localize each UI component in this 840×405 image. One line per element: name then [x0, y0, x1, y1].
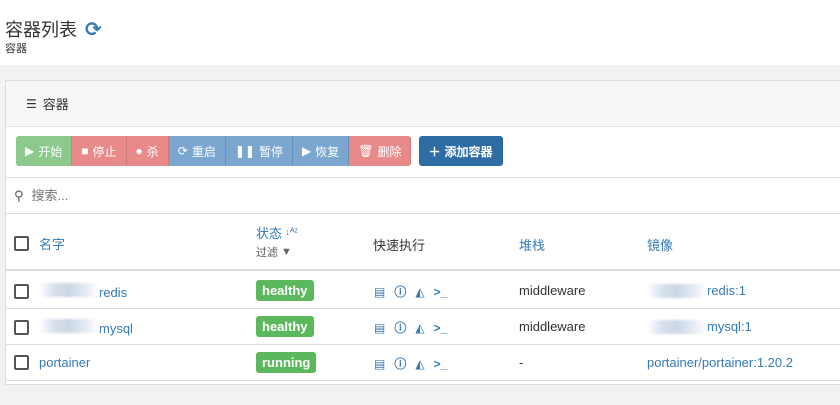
- widget-header: ☰ 容器: [6, 81, 840, 127]
- redacted: [39, 283, 99, 297]
- column-image[interactable]: 镜像: [647, 235, 673, 254]
- search-input[interactable]: [31, 188, 432, 203]
- console-icon[interactable]: >_: [434, 321, 448, 335]
- table-row: redis healthy ▤ ⓘ ◭ >_ middleware redis:1: [6, 273, 840, 309]
- image-link[interactable]: redis:1: [647, 283, 746, 298]
- logs-icon[interactable]: ▤: [374, 357, 385, 371]
- table-row: mysql healthy ▤ ⓘ ◭ >_ middleware mysql:1: [6, 309, 840, 345]
- search-icon: ⚲: [14, 187, 24, 203]
- image-link[interactable]: portainer/portainer:1.20.2: [647, 355, 793, 370]
- state-filter[interactable]: 过滤 ▼: [256, 244, 292, 260]
- add-container-button[interactable]: ＋添加容器: [419, 136, 503, 166]
- container-name: mysql: [99, 321, 133, 336]
- stop-icon: ■: [81, 144, 89, 158]
- stop-label: 停止: [92, 144, 117, 159]
- column-state[interactable]: 状态 ↓ᴬᶻ: [256, 223, 298, 242]
- page-title: 容器列表 ⟳: [5, 16, 102, 42]
- table-header: 名字 状态 ↓ᴬᶻ 过滤 ▼ 快速执行 堆栈 镜像: [6, 215, 840, 271]
- restart-label: 重启: [191, 144, 216, 159]
- sort-icon: ↓ᴬᶻ: [285, 227, 299, 238]
- start-label: 开始: [38, 144, 63, 159]
- pause-button[interactable]: ❚❚ 暂停: [225, 136, 293, 166]
- remove-button[interactable]: 🗑 删除: [349, 136, 412, 166]
- search-bar: ⚲: [6, 177, 840, 214]
- state-label: 状态: [256, 226, 283, 241]
- logs-icon[interactable]: ▤: [374, 321, 385, 335]
- image-link[interactable]: mysql:1: [647, 319, 752, 334]
- row-checkbox[interactable]: [14, 284, 29, 299]
- server-icon: ☰: [26, 96, 37, 111]
- status-badge: healthy: [256, 280, 314, 301]
- stats-icon[interactable]: ◭: [415, 357, 424, 371]
- refresh-icon: ⟳: [177, 144, 188, 158]
- remove-label: 删除: [377, 144, 402, 159]
- table-row: portainer running ▤ ⓘ ◭ >_ - portainer/port…: [6, 345, 840, 381]
- redacted: [647, 283, 707, 298]
- redacted: [39, 319, 99, 333]
- restart-button[interactable]: ⟳ 重启: [168, 136, 226, 166]
- container-name-link[interactable]: mysql: [39, 319, 133, 336]
- stack-name: middleware: [519, 319, 586, 334]
- column-name[interactable]: 名字: [39, 234, 65, 253]
- image-name: portainer/portainer:1.20.2: [647, 355, 793, 370]
- image-name: redis:1: [707, 283, 747, 298]
- stack-name: middleware: [519, 283, 586, 298]
- add-label: 添加容器: [444, 144, 493, 159]
- logs-icon[interactable]: ▤: [374, 285, 385, 299]
- start-button[interactable]: ▶ 开始: [16, 136, 73, 166]
- play-icon: ▶: [301, 144, 312, 158]
- row-checkbox[interactable]: [14, 320, 29, 335]
- bomb-icon: ●: [135, 144, 143, 158]
- container-name-link[interactable]: redis: [39, 283, 127, 300]
- column-stack[interactable]: 堆栈: [519, 235, 545, 254]
- breadcrumb: 容器: [5, 43, 27, 55]
- info-icon[interactable]: ⓘ: [394, 355, 406, 372]
- container-name: redis: [99, 285, 128, 300]
- play-icon: ▶: [25, 144, 35, 158]
- container-name: portainer: [39, 355, 91, 370]
- pause-label: 暂停: [258, 144, 283, 159]
- stop-button[interactable]: ■ 停止: [72, 136, 127, 166]
- info-icon[interactable]: ⓘ: [394, 283, 406, 300]
- status-badge: running: [256, 352, 317, 373]
- title-text: 容器列表: [5, 20, 77, 40]
- kill-button[interactable]: ● 杀: [126, 136, 169, 166]
- image-name: mysql:1: [707, 319, 752, 334]
- console-icon[interactable]: >_: [434, 285, 448, 299]
- trash-icon: 🗑: [358, 144, 374, 158]
- filter-icon: ▼: [281, 246, 292, 258]
- column-quick-actions: 快速执行: [373, 238, 426, 253]
- refresh-icon[interactable]: ⟳: [85, 17, 102, 42]
- pause-icon: ❚❚: [234, 144, 255, 158]
- row-checkbox[interactable]: [14, 355, 29, 370]
- select-all-checkbox[interactable]: [14, 236, 29, 251]
- container-name-link[interactable]: portainer: [39, 355, 90, 370]
- console-icon[interactable]: >_: [434, 357, 448, 371]
- plus-icon: ＋: [428, 144, 441, 159]
- status-badge: healthy: [256, 316, 314, 337]
- info-icon[interactable]: ⓘ: [394, 319, 406, 336]
- stack-name: -: [519, 355, 524, 370]
- resume-label: 恢复: [315, 144, 340, 159]
- widget-title: 容器: [42, 97, 69, 112]
- toolbar: ▶ 开始 ■ 停止 ● 杀 ⟳ 重启 ❚❚ 暂停 ▶ 恢复 🗑 删除 ＋添加容器: [16, 136, 503, 166]
- filter-label: 过滤: [256, 247, 278, 259]
- redacted: [647, 319, 707, 334]
- containers-widget: ☰ 容器 ▶ 开始 ■ 停止 ● 杀 ⟳ 重启 ❚❚ 暂停 ▶ 恢复 🗑 删除 ＋添加容器 ⚲ …: [5, 80, 840, 385]
- stats-icon[interactable]: ◭: [415, 285, 424, 299]
- stats-icon[interactable]: ◭: [415, 321, 424, 335]
- kill-label: 杀: [146, 144, 159, 159]
- resume-button[interactable]: ▶ 恢复: [292, 136, 350, 166]
